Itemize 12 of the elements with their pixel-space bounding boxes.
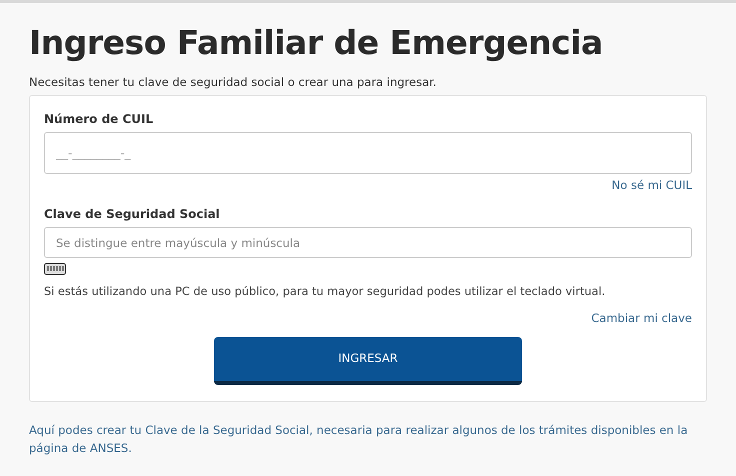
login-button[interactable]: INGRESAR xyxy=(214,337,522,385)
change-password-link[interactable]: Cambiar mi clave xyxy=(591,310,692,326)
password-field[interactable]: Se distingue entre mayúscula y minúscula xyxy=(44,227,692,258)
create-key-link[interactable]: Aquí podes crear tu Clave de la Seguridad Social, necesaria para realizar algunos de los trámites disponibles en la página de ANSES. xyxy=(29,421,707,457)
virtual-keyboard-hint: Si estás utilizando una PC de uso público, para tu mayor seguridad podes utilizar el teclado virtual. xyxy=(44,284,606,300)
forgot-cuil-link[interactable]: No sé mi CUIL xyxy=(612,177,692,193)
page-subtitle: Necesitas tener tu clave de seguridad social o crear una para ingresar. xyxy=(29,74,438,90)
page-title: Ingreso Familiar de Emergencia xyxy=(29,22,604,64)
keyboard-icon[interactable] xyxy=(44,263,66,275)
field-label: Clave de Seguridad Social xyxy=(44,206,221,223)
field-label: Número de CUIL xyxy=(44,111,154,128)
cuil-field[interactable]: __-________-_ xyxy=(44,132,692,174)
